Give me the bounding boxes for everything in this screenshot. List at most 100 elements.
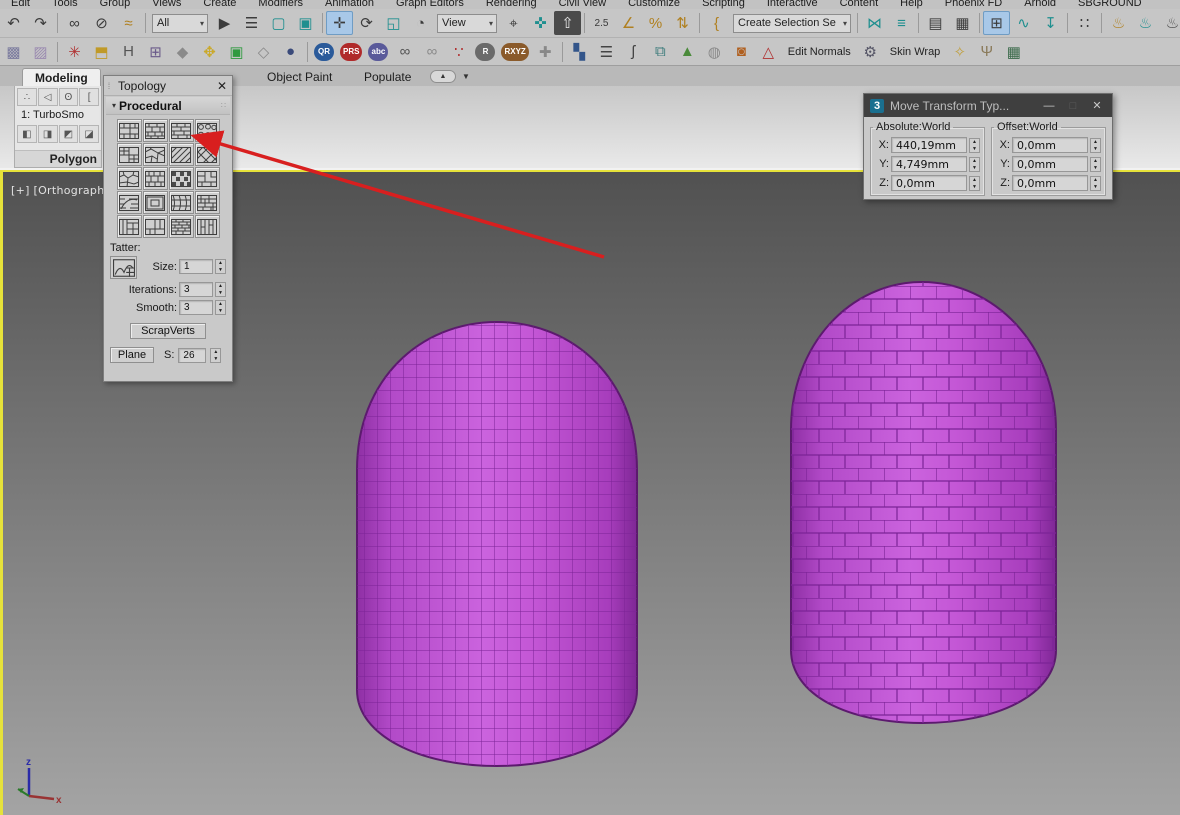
align-icon[interactable]: ≡ (888, 11, 915, 35)
topology-pattern-vertical-bars[interactable] (194, 215, 220, 238)
topology-pattern-curved-path[interactable] (116, 191, 142, 214)
smooth-modifier-icon[interactable]: ◆ (169, 40, 196, 64)
plane-button[interactable]: Plane (110, 347, 154, 363)
percent-snap-icon[interactable]: % (642, 11, 669, 35)
s-spinner[interactable]: ▲ ▼ (210, 347, 222, 363)
offset-z-field[interactable]: 0,0mm (1012, 175, 1088, 191)
iterations-spinner[interactable]: ▲ ▼ (215, 282, 226, 297)
uvw-target-icon[interactable]: ◙ (728, 40, 755, 64)
absolute-z-field[interactable]: 0,0mm (891, 175, 967, 191)
close-icon[interactable]: ✕ (1088, 99, 1106, 112)
menu-edit[interactable]: Edit (0, 0, 41, 9)
create-selection-set-dropdown[interactable]: Create Selection Se ▾ (733, 13, 851, 33)
bind-to-space-warp-icon[interactable]: ≈ (115, 11, 142, 35)
redo-icon[interactable]: ↷ (27, 11, 54, 35)
menu-scripting[interactable]: Scripting (691, 0, 756, 9)
size-spinner[interactable]: ▲ ▼ (215, 259, 226, 274)
lattice-modifier-icon[interactable]: ✳ (61, 40, 88, 64)
polygon-panel-caption[interactable]: Polygon (15, 150, 101, 167)
topology-pattern-voronoi[interactable] (142, 143, 168, 166)
particle-flow-icon[interactable]: ▨ (27, 40, 54, 64)
absolute-x-field[interactable]: 440,19mm (891, 137, 967, 153)
topology-pattern-dense-bricks[interactable] (168, 215, 194, 238)
topology-pattern-bricks[interactable] (168, 119, 194, 142)
topology-pattern-l-blocks[interactable] (194, 167, 220, 190)
topology-pattern-bricks-random[interactable] (142, 119, 168, 142)
topology-pattern-stones-curved[interactable] (168, 191, 194, 214)
scene-explorer-icon[interactable]: ▤ (922, 11, 949, 35)
menu-phoenix-fd[interactable]: Phoenix FD (934, 0, 1013, 9)
menu-help[interactable]: Help (889, 0, 934, 9)
dialog-title-bar[interactable]: 3 Move Transform Typ... — □ ✕ (864, 94, 1112, 117)
edit-normals-arrow-icon[interactable]: △ (755, 40, 782, 64)
smooth-spinner[interactable]: ▲ ▼ (215, 300, 226, 315)
value-spinner[interactable]: ▲ ▼ (1090, 156, 1101, 172)
abc-badge[interactable]: abc (368, 42, 389, 61)
subobject-mode-icon-3[interactable]: ʘ (58, 88, 79, 106)
select-and-link-icon[interactable]: ∞ (61, 11, 88, 35)
maximize-icon[interactable]: □ (1064, 100, 1082, 112)
selection-filter-dropdown[interactable]: All ▾ (152, 13, 208, 33)
minimize-icon[interactable]: — (1040, 100, 1058, 112)
procedural-rollout[interactable]: ▾ Procedural ∷ (106, 97, 230, 115)
spacing-lines-icon[interactable]: ☰ (593, 40, 620, 64)
menu-graph-editors[interactable]: Graph Editors (385, 0, 475, 9)
topology-pattern-checker-fine[interactable] (168, 167, 194, 190)
add-keys-icon[interactable]: ✚ (532, 40, 559, 64)
scrapverts-button[interactable]: ScrapVerts (130, 323, 206, 339)
modifier-stack-field[interactable]: 1: TurboSmo (15, 106, 101, 123)
unlink-selection-icon[interactable]: ⊘ (88, 11, 115, 35)
topology-pattern-stones[interactable] (116, 167, 142, 190)
mirror-icon[interactable]: ⋈ (861, 11, 888, 35)
material-editor-icon[interactable]: ∷ (1071, 11, 1098, 35)
keyboard-override-icon[interactable]: ⇧ (554, 11, 581, 35)
free-rotate-icon[interactable]: ✥ (196, 40, 223, 64)
spinner-snap-icon[interactable]: ⇅ (669, 11, 696, 35)
poly-tool-icon-1[interactable]: ◧ (17, 125, 37, 143)
ffd-box-icon[interactable]: ⊞ (142, 40, 169, 64)
menu-views[interactable]: Views (141, 0, 192, 9)
topology-pattern-small-blocks[interactable] (194, 191, 220, 214)
topology-pattern-blocks-large[interactable] (116, 143, 142, 166)
shell-modifier-icon[interactable]: ◍ (701, 40, 728, 64)
particle-view-icon[interactable]: ▩ (0, 40, 27, 64)
menu-arnold[interactable]: Arnold (1013, 0, 1067, 9)
value-spinner[interactable]: ▲ ▼ (969, 137, 980, 153)
undo-icon[interactable]: ↶ (0, 11, 27, 35)
layer-explorer-icon[interactable]: ▦ (949, 11, 976, 35)
menu-civil-view[interactable]: Civil View (548, 0, 617, 9)
render-production-icon[interactable]: ♨ (1159, 11, 1180, 35)
smooth-field[interactable]: 3 (179, 300, 213, 315)
iterations-field[interactable]: 3 (179, 282, 213, 297)
measure-icon[interactable]: ◇ (250, 40, 277, 64)
panel-grip-icon[interactable]: ⁞ (104, 81, 114, 91)
topology-pattern-diagonal-lattice[interactable] (194, 143, 220, 166)
value-spinner[interactable]: ▲ ▼ (1090, 137, 1101, 153)
topology-pattern-squares-merged[interactable] (116, 119, 142, 142)
topology-close-icon[interactable]: ✕ (212, 79, 232, 93)
curve-editor-icon[interactable]: ∿ (1010, 11, 1037, 35)
magic-wand-icon[interactable]: ✧ (946, 40, 973, 64)
topology-pattern-diagonal-hatch[interactable] (168, 143, 194, 166)
subobject-mode-icon-2[interactable]: ◁ (37, 88, 58, 106)
cloth-modifier-icon[interactable]: ▲ (674, 40, 701, 64)
tatter-pattern-button[interactable] (110, 256, 137, 279)
sphere-shaded-icon[interactable]: ● (277, 40, 304, 64)
window-crossing-icon[interactable]: ▣ (292, 11, 319, 35)
schematic-view-icon[interactable]: ↧ (1037, 11, 1064, 35)
rectangular-selection-region-icon[interactable]: ▢ (265, 11, 292, 35)
tab-object-paint[interactable]: Object Paint (255, 68, 344, 86)
color-blocks-icon[interactable]: ▦ (1000, 40, 1027, 64)
tab-populate[interactable]: Populate (352, 68, 423, 86)
menu-create[interactable]: Create (192, 0, 247, 9)
render-setup-icon[interactable]: ♨ (1105, 11, 1132, 35)
screw-icon[interactable]: ⚙ (857, 40, 884, 64)
subobject-mode-icon-1[interactable]: ∴ (17, 88, 37, 106)
reference-coordinate-dropdown[interactable]: View ▾ (437, 13, 497, 33)
chain-icon[interactable]: ∞ (418, 40, 445, 64)
extrude-modifier-icon[interactable]: ⬒ (88, 40, 115, 64)
menu-group[interactable]: Group (89, 0, 142, 9)
r-cursor-badge[interactable]: R (475, 42, 496, 61)
value-spinner[interactable]: ▲ ▼ (969, 175, 980, 191)
motion-path-icon[interactable]: ʃ (620, 40, 647, 64)
